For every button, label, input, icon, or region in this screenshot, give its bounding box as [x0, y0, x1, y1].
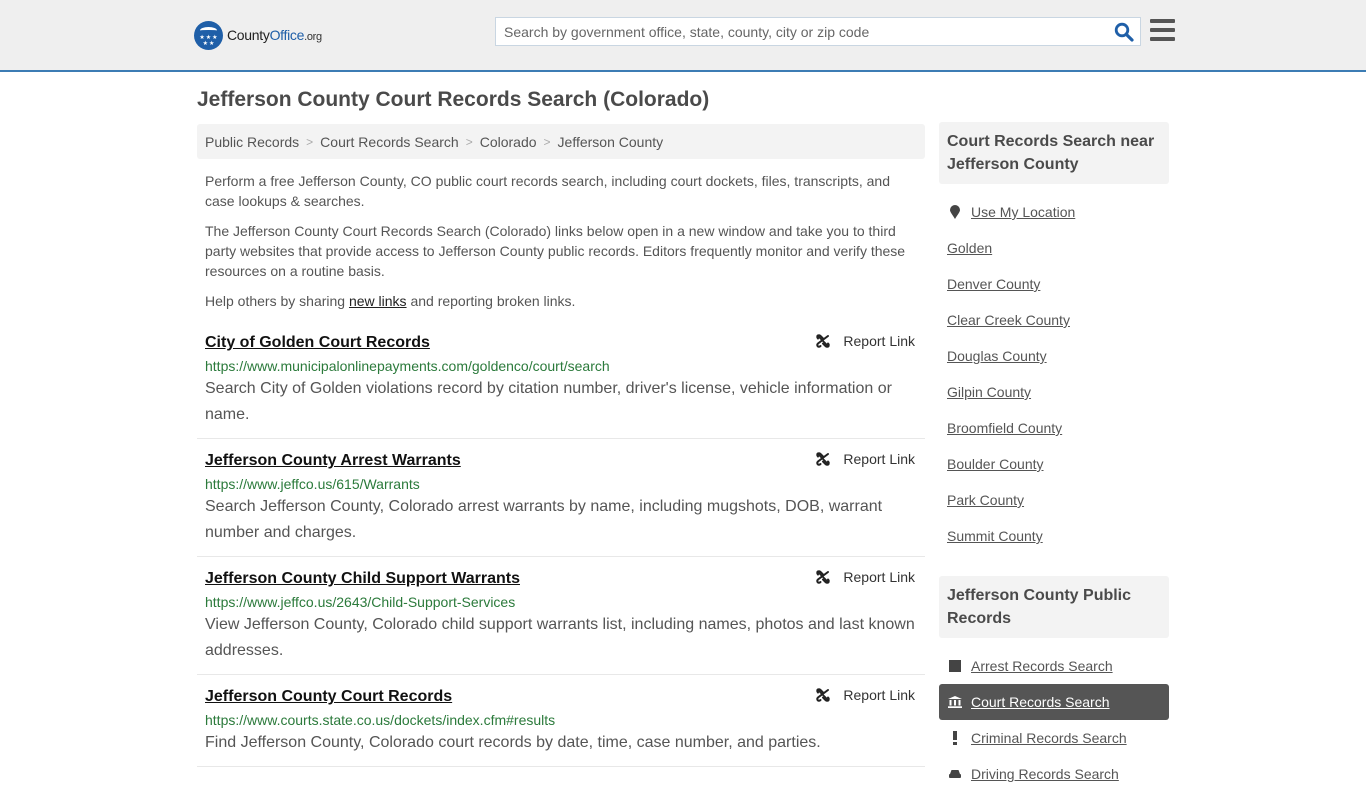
nearby-link-park-county[interactable]: Park County: [947, 492, 1024, 508]
square-icon: [947, 660, 963, 672]
new-links-link[interactable]: new links: [349, 293, 407, 309]
nearby-list: Use My Location Golden Denver County Cle…: [939, 184, 1169, 562]
nearby-link-denver-county[interactable]: Denver County: [947, 276, 1040, 292]
listing-url: https://www.jeffco.us/615/Warrants: [205, 476, 420, 492]
use-my-location-link[interactable]: Use My Location: [971, 204, 1075, 220]
nearby-heading: Court Records Search near Jefferson Coun…: [939, 122, 1169, 184]
intro-paragraph: The Jefferson County Court Records Searc…: [205, 223, 906, 279]
listing-url: https://www.jeffco.us/2643/Child-Support…: [205, 594, 516, 610]
sidebar: Court Records Search near Jefferson Coun…: [939, 122, 1169, 800]
listing-description: Search Jefferson County, Colorado arrest…: [205, 498, 883, 541]
public-records-item-driving[interactable]: Driving Records Search: [939, 756, 1169, 792]
breadcrumb: Public Records > Court Records Search > …: [197, 124, 925, 159]
listing-title-link[interactable]: Jefferson County Arrest Warrants: [205, 449, 461, 473]
listing-url: https://www.courts.state.co.us/dockets/i…: [205, 712, 556, 728]
public-records-heading: Jefferson County Public Records: [939, 576, 1169, 638]
nearby-item[interactable]: Broomfield County: [939, 410, 1169, 446]
listing-description: Find Jefferson County, Colorado court re…: [205, 734, 821, 751]
listing-title-link[interactable]: Jefferson County Child Support Warrants: [205, 567, 520, 591]
broken-link-icon: [816, 452, 831, 466]
site-logo[interactable]: ★★★ ★★ CountyOffice.org: [194, 20, 322, 50]
search-button[interactable]: [1114, 22, 1134, 42]
breadcrumb-separator: >: [543, 134, 551, 149]
public-records-item-criminal[interactable]: Criminal Records Search: [939, 720, 1169, 756]
exclamation-icon: [947, 731, 963, 745]
listing-item: Jefferson County Arrest Warrants Report …: [197, 439, 925, 557]
nearby-item[interactable]: Denver County: [939, 266, 1169, 302]
breadcrumb-public-records[interactable]: Public Records: [205, 134, 299, 150]
eagle-logo-icon: ★★★ ★★: [194, 20, 223, 50]
public-records-item-arrest[interactable]: Arrest Records Search: [939, 648, 1169, 684]
nearby-link-boulder-county[interactable]: Boulder County: [947, 456, 1044, 472]
intro-paragraph: Perform a free Jefferson County, CO publ…: [205, 173, 891, 209]
public-records-item-court[interactable]: Court Records Search: [939, 684, 1169, 720]
listing-url: https://www.municipalonlinepayments.com/…: [205, 358, 610, 374]
nearby-item[interactable]: Park County: [939, 482, 1169, 518]
listing-title-link[interactable]: Jefferson County Court Records: [205, 685, 452, 709]
listing-description: View Jefferson County, Colorado child su…: [205, 616, 915, 659]
listing-item: City of Golden Court Records Report Link…: [197, 321, 925, 439]
report-link-button[interactable]: Report Link: [815, 333, 915, 349]
use-my-location-item[interactable]: Use My Location: [939, 194, 1169, 230]
public-records-list: Arrest Records Search Court Records Sear…: [939, 638, 1169, 800]
nearby-link-gilpin-county[interactable]: Gilpin County: [947, 384, 1031, 400]
logo-text: CountyOffice.org: [227, 27, 322, 43]
broken-link-icon: [816, 688, 831, 702]
nearby-link-broomfield-county[interactable]: Broomfield County: [947, 420, 1062, 436]
report-link-button[interactable]: Report Link: [815, 687, 915, 703]
driving-records-search-link[interactable]: Driving Records Search: [971, 766, 1119, 782]
nearby-link-golden[interactable]: Golden: [947, 240, 992, 256]
car-icon: [947, 768, 963, 780]
listing-item: Jefferson County Child Support Warrants …: [197, 557, 925, 675]
listing-item: Jefferson County Court Records Report Li…: [197, 675, 925, 767]
nearby-item[interactable]: Gilpin County: [939, 374, 1169, 410]
breadcrumb-colorado[interactable]: Colorado: [480, 134, 537, 150]
nearby-item[interactable]: Douglas County: [939, 338, 1169, 374]
breadcrumb-separator: >: [306, 134, 314, 149]
nearby-link-douglas-county[interactable]: Douglas County: [947, 348, 1047, 364]
site-header: ★★★ ★★ CountyOffice.org: [0, 0, 1366, 72]
broken-link-icon: [816, 334, 831, 348]
search-input[interactable]: [496, 18, 1106, 45]
courthouse-icon: [947, 696, 963, 708]
report-link-button[interactable]: Report Link: [815, 451, 915, 467]
nearby-link-clear-creek-county[interactable]: Clear Creek County: [947, 312, 1070, 328]
nearby-item[interactable]: Clear Creek County: [939, 302, 1169, 338]
broken-link-icon: [816, 570, 831, 584]
listing-title-link[interactable]: City of Golden Court Records: [205, 331, 430, 355]
criminal-records-search-link[interactable]: Criminal Records Search: [971, 730, 1127, 746]
breadcrumb-separator: >: [465, 134, 473, 149]
intro: Perform a free Jefferson County, CO publ…: [197, 159, 925, 311]
site-search: [495, 17, 1141, 46]
nearby-item[interactable]: Golden: [939, 230, 1169, 266]
search-icon: [1114, 22, 1134, 42]
map-pin-icon: [947, 205, 963, 219]
arrest-records-search-link[interactable]: Arrest Records Search: [971, 658, 1113, 674]
breadcrumb-jefferson-county[interactable]: Jefferson County: [558, 134, 664, 150]
intro-help: Help others by sharing new links and rep…: [205, 293, 576, 309]
hamburger-menu-icon[interactable]: [1150, 19, 1175, 41]
page-title: Jefferson County Court Records Search (C…: [197, 88, 710, 111]
nearby-item[interactable]: Boulder County: [939, 446, 1169, 482]
breadcrumb-court-records-search[interactable]: Court Records Search: [320, 134, 459, 150]
nearby-item[interactable]: Summit County: [939, 518, 1169, 554]
main-content: Public Records > Court Records Search > …: [197, 124, 925, 767]
court-records-search-link[interactable]: Court Records Search: [971, 694, 1110, 710]
listing-description: Search City of Golden violations record …: [205, 380, 892, 423]
report-link-button[interactable]: Report Link: [815, 569, 915, 585]
nearby-link-summit-county[interactable]: Summit County: [947, 528, 1043, 544]
